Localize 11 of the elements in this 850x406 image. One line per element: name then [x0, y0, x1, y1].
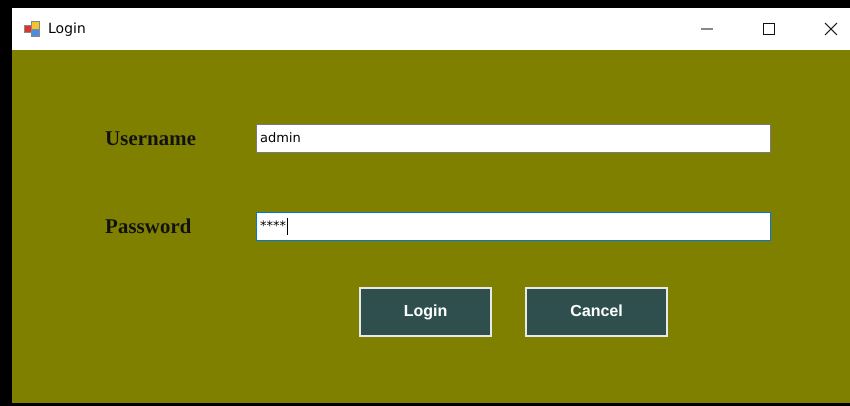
field-label: Username [104, 126, 197, 151]
action-button[interactable]: Cancel [525, 287, 668, 337]
maximize-icon[interactable] [762, 22, 776, 36]
app-icon [24, 21, 40, 37]
close-icon[interactable] [824, 22, 838, 36]
input-field[interactable]: **** [256, 212, 771, 241]
action-button[interactable]: Login [359, 287, 492, 337]
text-cursor [287, 218, 288, 235]
field-label: Password [104, 214, 192, 239]
window-title: Login [48, 21, 86, 37]
input-field[interactable]: admin [256, 124, 771, 153]
